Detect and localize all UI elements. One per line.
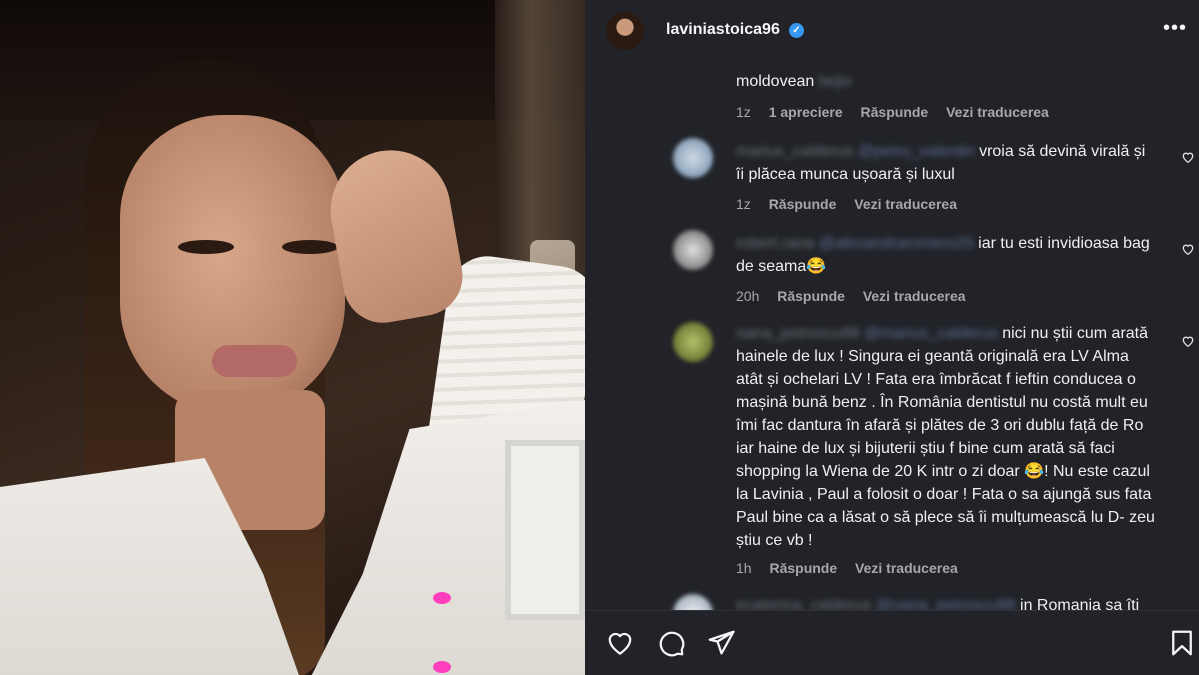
- post-header: laviniastoica96 ✓ •••: [585, 0, 1199, 62]
- reply-button[interactable]: Răspunde: [769, 560, 837, 576]
- comment-time: 20h: [736, 288, 760, 304]
- comment-author[interactable]: marius_calderus: [736, 143, 853, 160]
- comment-mention[interactable]: @oana_petrescu88: [876, 597, 1016, 610]
- paper-plane-icon[interactable]: [706, 628, 736, 658]
- comment-mention[interactable]: @petru_valentin: [858, 143, 975, 160]
- comment-mention[interactable]: @alexandraromero25: [819, 235, 974, 252]
- see-translation-button[interactable]: Vezi traducerea: [854, 196, 957, 212]
- reply-button[interactable]: Răspunde: [769, 196, 837, 212]
- comment-text: robert.rana @alexandraromero25 iar tu es…: [736, 235, 1150, 275]
- comment-meta: 1h Răspunde Vezi traducerea: [736, 560, 972, 576]
- comment-meta: 1z Răspunde Vezi traducerea: [736, 196, 971, 212]
- comment-time: 1z: [736, 196, 751, 212]
- see-translation-button[interactable]: Vezi traducerea: [946, 104, 1049, 120]
- comment-avatar[interactable]: [673, 138, 713, 178]
- photo-pink-button: [433, 661, 451, 673]
- comment-meta: 20h Răspunde Vezi traducerea: [736, 288, 980, 304]
- verified-badge-icon: ✓: [789, 23, 804, 38]
- comment-time: 1z: [736, 104, 751, 120]
- comment-like-heart-icon[interactable]: [1181, 334, 1195, 348]
- comment-author[interactable]: ecaterina_calderus: [736, 597, 871, 610]
- comment-avatar[interactable]: [673, 322, 713, 362]
- photo-eye-left: [178, 240, 234, 254]
- comment-text: ecaterina_calderus @oana_petrescu88 in R…: [736, 594, 1156, 610]
- post-action-bar: [585, 610, 1199, 675]
- comment-author[interactable]: robert.rana: [736, 235, 814, 252]
- comment-text: moldovean bejiv: [736, 73, 852, 90]
- comment-time: 1h: [736, 560, 752, 576]
- bookmark-icon[interactable]: [1167, 628, 1197, 658]
- comment-avatar[interactable]: [673, 230, 713, 270]
- comment-author[interactable]: oana_petrescu88: [736, 325, 860, 342]
- author-username[interactable]: laviniastoica96: [666, 21, 780, 39]
- comment-like-heart-icon[interactable]: [1181, 150, 1195, 164]
- comment-like-heart-icon[interactable]: [1181, 242, 1195, 256]
- see-translation-button[interactable]: Vezi traducerea: [863, 288, 966, 304]
- comment-likes[interactable]: 1 apreciere: [769, 104, 843, 120]
- comment-icon[interactable]: [656, 628, 686, 658]
- comment-text: marius_calderus @petru_valentin vroia să…: [736, 143, 1146, 183]
- reply-button[interactable]: Răspunde: [777, 288, 845, 304]
- post-photo[interactable]: [0, 0, 585, 675]
- comments-list[interactable]: moldovean bejiv 1z 1 apreciere Răspunde …: [585, 62, 1199, 610]
- post-side-panel: laviniastoica96 ✓ ••• moldovean bejiv 1z…: [585, 0, 1199, 675]
- photo-eye-right: [282, 240, 338, 254]
- photo-lips: [212, 345, 297, 377]
- see-translation-button[interactable]: Vezi traducerea: [855, 560, 958, 576]
- author-avatar[interactable]: [606, 12, 644, 50]
- photo-pink-button: [433, 592, 451, 604]
- comment-meta: 1z 1 apreciere Răspunde Vezi traducerea: [736, 104, 1063, 120]
- comment-avatar[interactable]: [673, 594, 713, 610]
- comment-mention[interactable]: @marius_calderus: [864, 325, 998, 342]
- heart-icon[interactable]: [605, 628, 635, 658]
- comment-text: oana_petrescu88 @marius_calderus nici nu…: [736, 325, 1155, 549]
- reply-button[interactable]: Răspunde: [861, 104, 929, 120]
- more-horizontal-icon[interactable]: •••: [1163, 18, 1187, 38]
- photo-box: [505, 440, 585, 620]
